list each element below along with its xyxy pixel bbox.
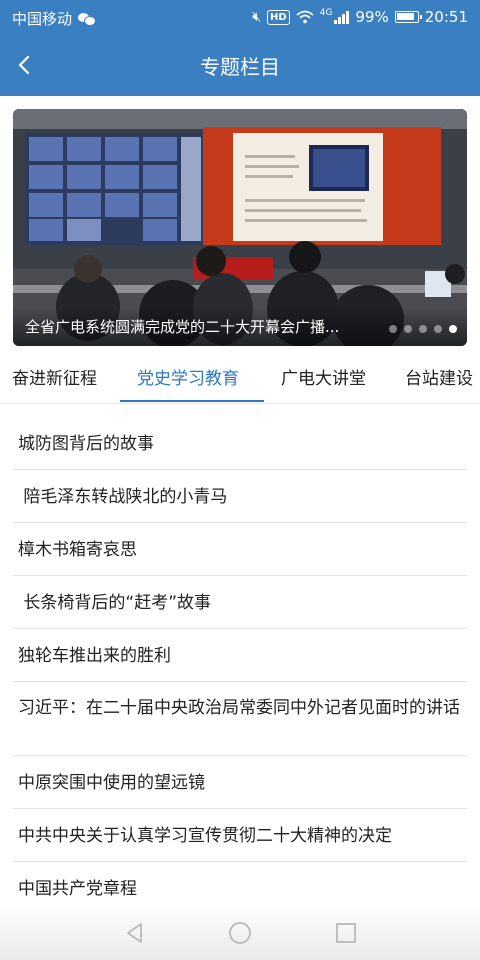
carousel-dot[interactable] (404, 325, 412, 333)
list-item[interactable]: 樟木书箱寄哀思 (13, 523, 467, 576)
tab-active-indicator (120, 400, 264, 402)
list-item[interactable]: 长条椅背后的“赶考”故事 (13, 576, 467, 629)
list-item[interactable]: 中共中央关于认真学习宣传贯彻二十大精神的决定 (13, 809, 467, 862)
list-item-title: 独轮车推出来的胜利 (18, 646, 171, 666)
list-item[interactable]: 习近平：在二十届中央政治局常委同中外记者见面时的讲话 (13, 682, 467, 756)
nav-recents-button[interactable] (333, 920, 359, 946)
clock: 20:51 (424, 8, 468, 26)
app-header: 专题栏目 (0, 34, 480, 96)
list-item-title: 长条椅背后的“赶考”故事 (18, 593, 212, 613)
signal-icon (334, 10, 350, 24)
list-item-title: 中原突围中使用的望远镜 (18, 773, 205, 793)
list-item-title: 中共中央关于认真学习宣传贯彻二十大精神的决定 (18, 826, 392, 846)
list-item[interactable]: 陪毛泽东转战陕北的小青马 (13, 470, 467, 523)
status-left: 中国移动 (12, 8, 97, 29)
list-item[interactable]: 中原突围中使用的望远镜 (13, 756, 467, 809)
triangle-back-icon (127, 923, 142, 943)
carousel-indicator (389, 325, 457, 333)
list-item[interactable]: 独轮车推出来的胜利 (13, 629, 467, 682)
list-item-title: 陪毛泽东转战陕北的小青马 (18, 487, 228, 507)
network-type: 4G (319, 8, 333, 18)
tab-fenjin[interactable]: 奋进新征程 (12, 364, 97, 389)
tab-party-history[interactable]: 党史学习教育 (137, 364, 239, 389)
battery-percent: 99% (355, 8, 389, 26)
hd-badge: HD (267, 9, 290, 25)
banner-caption: 全省广电系统圆满完成党的二十大开幕会广播... (25, 318, 340, 336)
list-item[interactable]: 中国共产党章程 (13, 862, 467, 908)
mute-icon: 🔇︎ (252, 9, 262, 25)
status-right: 🔇︎ HD 4G 99% 20:51 (252, 8, 468, 26)
carousel-dot-active[interactable] (449, 325, 457, 333)
system-nav-bar (0, 904, 480, 960)
square-recents-icon (336, 923, 356, 943)
carousel-dot[interactable] (434, 325, 442, 333)
list-item-title: 城防图背后的故事 (18, 434, 154, 454)
nav-home-button[interactable] (227, 920, 253, 946)
list-item[interactable]: 城防图背后的故事 (13, 416, 467, 470)
list-item-title: 中国共产党章程 (18, 879, 137, 899)
carrier-name: 中国移动 (12, 10, 73, 28)
battery-icon (394, 11, 422, 23)
page-title: 专题栏目 (200, 55, 280, 79)
list-item-title: 习近平：在二十届中央政治局常委同中外记者见面时的讲话 (18, 698, 460, 718)
category-tabs: 奋进新征程 党史学习教育 广电大讲堂 台站建设 (0, 350, 480, 404)
status-bar: 中国移动 🔇︎ HD 4G 99% 20:51 (0, 0, 480, 34)
tab-station-building[interactable]: 台站建设 (405, 364, 473, 389)
wechat-notification-icon (78, 12, 97, 26)
tab-guangdian-lecture[interactable]: 广电大讲堂 (281, 364, 366, 389)
circle-home-icon (229, 922, 251, 944)
list-item-title: 樟木书箱寄哀思 (18, 540, 137, 560)
wifi-icon (296, 10, 314, 24)
carousel-dot[interactable] (419, 325, 427, 333)
nav-back-button[interactable] (122, 920, 148, 946)
banner-carousel[interactable]: 全省广电系统圆满完成党的二十大开幕会广播... (13, 109, 467, 346)
carousel-dot[interactable] (389, 325, 397, 333)
